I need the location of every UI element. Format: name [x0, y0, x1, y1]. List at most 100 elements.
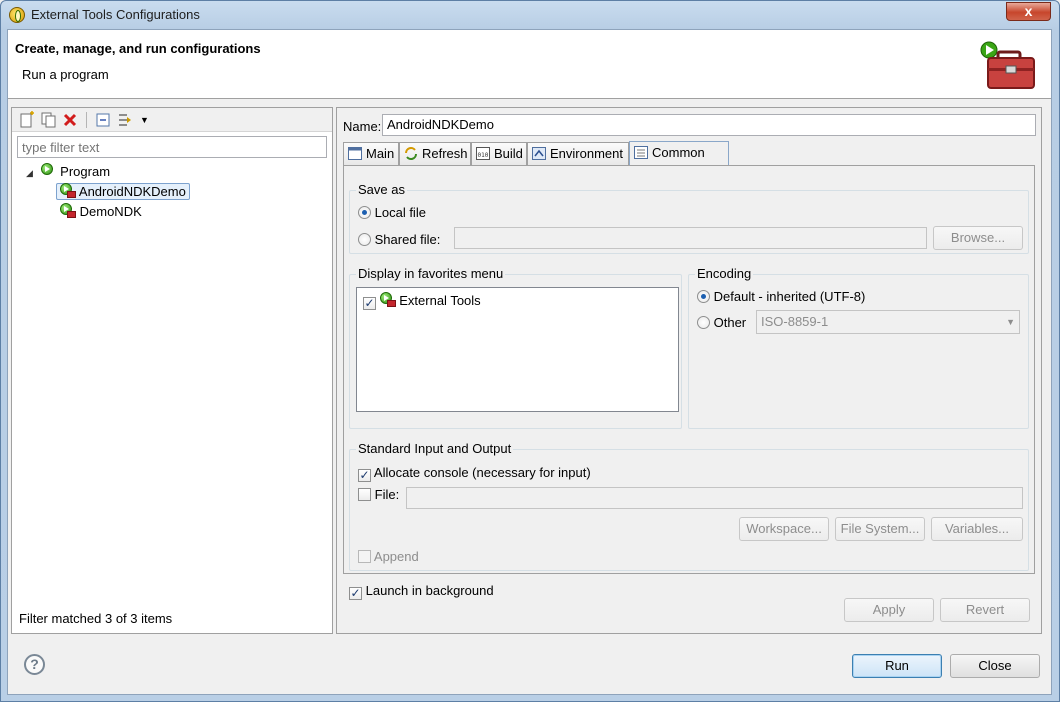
name-input[interactable]: AndroidNDKDemo: [382, 114, 1036, 136]
expand-arrow-icon[interactable]: ◢: [26, 168, 33, 178]
radio-indicator[interactable]: [697, 316, 710, 329]
group-label: Standard Input and Output: [356, 441, 514, 456]
other-encoding-radio[interactable]: Other: [697, 315, 746, 330]
favorites-group: Display in favorites menu ✓ External Too…: [349, 266, 682, 429]
file-system-button[interactable]: File System...: [835, 517, 925, 541]
favorite-item-external-tools[interactable]: ✓ External Tools: [363, 292, 481, 310]
checkbox-label: Launch in background: [365, 583, 494, 598]
radio-label: Default - inherited (UTF-8): [713, 289, 866, 304]
tree-category-label: Program: [60, 164, 111, 179]
dialog-client: Create, manage, and run configurations R…: [7, 29, 1052, 695]
external-tools-icon: [379, 292, 396, 308]
common-icon: [634, 146, 648, 159]
checkbox-indicator[interactable]: [358, 550, 371, 563]
shared-file-field[interactable]: [454, 227, 927, 249]
favorite-label: External Tools: [399, 293, 481, 308]
run-button[interactable]: Run: [852, 654, 942, 678]
file-output-checkbox[interactable]: File:: [358, 487, 399, 502]
filter-input[interactable]: [17, 136, 327, 158]
workspace-button[interactable]: Workspace...: [739, 517, 829, 541]
group-label: Display in favorites menu: [356, 266, 506, 281]
revert-button[interactable]: Revert: [940, 598, 1030, 622]
window-title: External Tools Configurations: [31, 7, 200, 22]
tab-label: Refresh: [422, 146, 468, 161]
favorite-checkbox[interactable]: ✓: [363, 297, 376, 310]
build-icon: 010: [476, 147, 490, 160]
encoding-select[interactable]: ISO-8859-1 ▼: [756, 310, 1020, 334]
tree-category-program[interactable]: ◢ Program: [26, 162, 110, 182]
filter-icon[interactable]: [116, 111, 134, 129]
tab-main[interactable]: Main: [343, 142, 399, 165]
checkbox-label: Append: [373, 549, 419, 564]
tree-item-demondk[interactable]: DemoNDK: [60, 202, 142, 222]
tree-item-selected[interactable]: AndroidNDKDemo: [56, 183, 190, 200]
encoding-group: Encoding Default - inherited (UTF-8) Oth…: [688, 266, 1029, 429]
radio-indicator[interactable]: [358, 233, 371, 246]
radio-indicator[interactable]: [697, 290, 710, 303]
output-file-field[interactable]: [406, 487, 1023, 509]
configurations-pane: ▼ ◢ Program AndroidNDKDemo DemoNDK Filte…: [11, 107, 333, 634]
program-config-icon: [60, 203, 76, 219]
tree-item-androidndkdemo[interactable]: AndroidNDKDemo: [56, 182, 190, 202]
local-file-radio[interactable]: Local file: [358, 205, 426, 220]
checkbox-indicator[interactable]: ✓: [358, 469, 371, 482]
stdio-group: Standard Input and Output ✓ Allocate con…: [349, 441, 1029, 571]
default-encoding-radio[interactable]: Default - inherited (UTF-8): [697, 289, 865, 304]
svg-text:010: 010: [478, 152, 489, 159]
title-bar: External Tools Configurations x: [1, 1, 1059, 30]
save-as-group: Save as Local file Shared file: Browse..…: [349, 182, 1029, 254]
filter-menu-chevron-down-icon[interactable]: ▼: [140, 111, 149, 129]
name-label: Name:: [343, 119, 382, 134]
close-button[interactable]: Close: [950, 654, 1040, 678]
chevron-down-icon: ▼: [1006, 317, 1015, 327]
delete-icon[interactable]: [61, 111, 79, 129]
tab-common[interactable]: Common: [629, 141, 729, 166]
favorites-list[interactable]: ✓ External Tools: [356, 287, 679, 412]
variables-button[interactable]: Variables...: [931, 517, 1023, 541]
radio-label: Other: [713, 315, 747, 330]
program-config-icon: [60, 183, 76, 199]
program-icon: [40, 163, 57, 179]
tab-refresh[interactable]: Refresh: [399, 142, 471, 165]
group-label: Encoding: [695, 266, 754, 281]
filter-status: Filter matched 3 of 3 items: [19, 611, 173, 626]
header-description: Run a program: [22, 67, 109, 82]
checkbox-indicator[interactable]: ✓: [349, 587, 362, 600]
help-icon[interactable]: ?: [24, 654, 45, 675]
shared-file-radio[interactable]: Shared file:: [358, 232, 440, 247]
configuration-editor: Name: AndroidNDKDemo Main Refresh 010 Bu…: [336, 107, 1042, 634]
window-close-button[interactable]: x: [1006, 2, 1051, 21]
environment-icon: [532, 147, 546, 160]
eclipse-icon: [9, 7, 25, 23]
refresh-icon: [405, 147, 417, 160]
checkbox-label: Allocate console (necessary for input): [373, 465, 591, 480]
apply-button[interactable]: Apply: [844, 598, 934, 622]
main-tab-icon: [348, 147, 362, 160]
append-checkbox[interactable]: Append: [358, 549, 419, 564]
radio-label: Local file: [374, 205, 426, 220]
tab-build[interactable]: 010 Build: [471, 142, 527, 165]
dialog-header: Create, manage, and run configurations R…: [8, 30, 1051, 99]
toolbar-separator: [86, 112, 87, 128]
allocate-console-checkbox[interactable]: ✓ Allocate console (necessary for input): [358, 465, 591, 482]
duplicate-icon[interactable]: [39, 111, 57, 129]
tab-label: Main: [366, 146, 395, 161]
common-tab-panel: Save as Local file Shared file: Browse..…: [343, 165, 1035, 600]
tab-label: Common: [652, 145, 705, 160]
header-title: Create, manage, and run configurations: [15, 41, 261, 56]
browse-button[interactable]: Browse...: [933, 226, 1023, 250]
radio-indicator[interactable]: [358, 206, 371, 219]
radio-label: Shared file:: [374, 232, 441, 247]
toolbox-run-icon: [980, 41, 1035, 89]
collapse-all-icon[interactable]: [94, 111, 112, 129]
left-toolbar: ▼: [12, 108, 332, 132]
launch-background-checkbox[interactable]: ✓ Launch in background: [349, 583, 494, 600]
tree-item-label: AndroidNDKDemo: [78, 184, 186, 199]
new-config-icon[interactable]: [17, 111, 35, 129]
group-label: Save as: [356, 182, 407, 197]
tree-item-label: DemoNDK: [79, 204, 142, 219]
encoding-select-value: ISO-8859-1: [761, 314, 829, 329]
tab-label: Build: [494, 146, 523, 161]
checkbox-indicator[interactable]: [358, 488, 371, 501]
tab-environment[interactable]: Environment: [527, 142, 629, 165]
